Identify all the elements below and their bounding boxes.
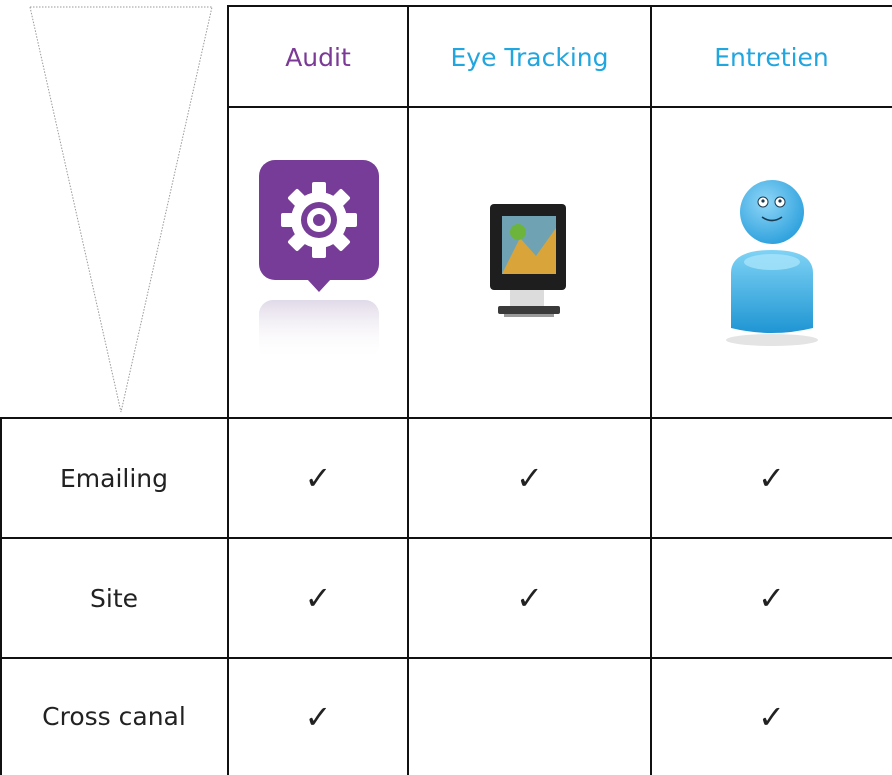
grid-line-col2 bbox=[407, 5, 409, 775]
header-audit: Audit bbox=[228, 7, 408, 107]
header-audit-label: Audit bbox=[285, 42, 351, 72]
icon-cell-audit bbox=[228, 107, 408, 418]
cell-cross-canal-entretien: ✓ bbox=[651, 658, 892, 775]
gear-speech-bubble-icon bbox=[259, 159, 379, 360]
row-label-emailing: Emailing bbox=[0, 418, 228, 538]
icon-cell-eye-tracking bbox=[408, 107, 651, 418]
check-mark: ✓ bbox=[304, 459, 332, 497]
check-mark: ✓ bbox=[758, 459, 785, 497]
comparison-table: Audit Eye Tracking Entretien Emailing Si… bbox=[0, 0, 892, 775]
grid-line-header-bottom bbox=[228, 106, 892, 108]
header-eye-tracking: Eye Tracking bbox=[408, 7, 651, 107]
header-eye-tracking-label: Eye Tracking bbox=[450, 42, 609, 72]
grid-line-col3 bbox=[650, 5, 652, 775]
corner-triangle-decoration bbox=[29, 6, 213, 413]
grid-line-row2-bottom bbox=[0, 657, 892, 659]
row-label-cross-canal-text: Cross canal bbox=[42, 702, 186, 731]
cell-cross-canal-audit: ✓ bbox=[228, 658, 408, 775]
check-mark: ✓ bbox=[304, 697, 332, 736]
check-mark: ✓ bbox=[304, 579, 332, 617]
grid-line-top bbox=[228, 5, 892, 7]
check-mark: ✓ bbox=[516, 579, 543, 617]
check-mark: ✓ bbox=[516, 459, 543, 497]
cell-emailing-entretien: ✓ bbox=[651, 418, 892, 538]
cell-emailing-audit: ✓ bbox=[228, 418, 408, 538]
header-entretien-label: Entretien bbox=[714, 42, 829, 72]
grid-line-icons-bottom bbox=[0, 417, 892, 419]
row-label-site: Site bbox=[0, 538, 228, 658]
grid-line-left bbox=[0, 418, 2, 775]
grid-line-row1-bottom bbox=[0, 537, 892, 539]
check-mark: ✓ bbox=[758, 697, 785, 736]
row-label-cross-canal: Cross canal bbox=[0, 658, 228, 775]
grid-line-col1 bbox=[227, 5, 229, 775]
header-entretien: Entretien bbox=[651, 7, 892, 107]
icon-cell-entretien bbox=[651, 107, 892, 418]
cell-emailing-eye-tracking: ✓ bbox=[408, 418, 651, 538]
cell-site-eye-tracking: ✓ bbox=[408, 538, 651, 658]
row-label-emailing-text: Emailing bbox=[59, 463, 169, 493]
cell-site-audit: ✓ bbox=[228, 538, 408, 658]
smiling-user-avatar-icon bbox=[725, 179, 818, 346]
row-label-site-text: Site bbox=[90, 583, 138, 613]
computer-monitor-icon bbox=[489, 203, 566, 317]
cell-site-entretien: ✓ bbox=[651, 538, 892, 658]
cell-cross-canal-eye-tracking bbox=[408, 658, 651, 775]
check-mark: ✓ bbox=[758, 579, 785, 617]
